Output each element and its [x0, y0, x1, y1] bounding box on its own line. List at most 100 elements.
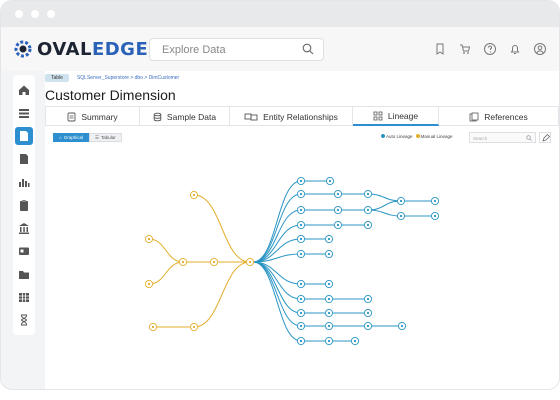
lineage-node[interactable]	[178, 257, 188, 267]
breadcrumb-path[interactable]: SQLServer_Superstore > dbo > DimCustomer	[77, 75, 179, 81]
list-icon[interactable]	[17, 106, 31, 120]
tab-summary[interactable]: Summary	[45, 106, 140, 126]
legend-auto: Auto Lineage	[381, 134, 413, 139]
lineage-node[interactable]	[296, 189, 306, 199]
search-icon[interactable]	[302, 43, 314, 55]
graphical-view-button[interactable]: ⌂ Graphical	[53, 133, 89, 142]
folder-icon[interactable]	[17, 267, 31, 281]
lineage-node[interactable]	[396, 211, 406, 221]
nav-active-item[interactable]	[15, 127, 33, 145]
tab-sample-data[interactable]: Sample Data	[140, 106, 230, 126]
lineage-node[interactable]	[296, 234, 306, 244]
database-icon	[153, 112, 162, 121]
lineage-node[interactable]	[324, 294, 334, 304]
tab-label: Lineage	[387, 110, 419, 121]
tabular-view-button[interactable]: ☰ Tabular	[88, 133, 122, 142]
lineage-node[interactable]	[363, 189, 373, 199]
lineage-node[interactable]	[430, 211, 440, 221]
legend-auto-label: Auto Lineage	[386, 134, 413, 139]
tab-label: Entity Relationships	[263, 111, 338, 122]
logo-prefix: OVAL	[37, 38, 92, 60]
tab-entity-relationships[interactable]: Entity Relationships	[230, 106, 353, 126]
lineage-node[interactable]	[144, 234, 154, 244]
logo-suffix: EDGE	[91, 38, 149, 60]
lineage-node[interactable]	[209, 257, 219, 267]
lineage-node[interactable]	[363, 321, 373, 331]
lineage-node[interactable]	[363, 308, 373, 318]
tab-label: Sample Data	[166, 111, 217, 122]
relationship-icon	[244, 113, 258, 120]
lineage-node[interactable]	[363, 205, 373, 215]
lineage-node[interactable]	[296, 176, 306, 186]
title-bar	[1, 1, 559, 27]
lineage-node[interactable]	[189, 322, 199, 332]
legend-manual: Manual Lineage	[415, 134, 453, 139]
lineage-legend: Auto Lineage Manual Lineage	[381, 134, 453, 139]
window-dot[interactable]	[47, 10, 55, 18]
lineage-node[interactable]	[296, 294, 306, 304]
logo-text: OVALEDGE	[37, 39, 148, 60]
lineage-node[interactable]	[148, 322, 158, 332]
lineage-node[interactable]	[324, 336, 334, 346]
manual-lineage-dot	[415, 134, 420, 138]
lineage-search-input[interactable]: Search	[469, 132, 536, 143]
lineage-node[interactable]	[396, 196, 406, 206]
lineage-node[interactable]	[333, 189, 343, 199]
chart-icon[interactable]	[17, 175, 31, 189]
graphical-label: Graphical	[63, 135, 83, 140]
ovaledge-logo[interactable]: OVALEDGE	[13, 38, 148, 60]
lineage-node[interactable]	[144, 279, 154, 289]
tab-label: Summary	[81, 111, 118, 122]
tab-references[interactable]: References	[439, 106, 559, 126]
cart-icon[interactable]	[458, 42, 472, 56]
hourglass-icon[interactable]	[17, 313, 31, 327]
view-toggle: ⌂ Graphical ☰ Tabular	[53, 133, 122, 142]
lineage-node[interactable]	[333, 205, 343, 215]
logo-gear-icon	[14, 40, 32, 58]
lineage-node[interactable]	[325, 176, 335, 186]
edit-lineage-button[interactable]	[539, 132, 551, 143]
lineage-node[interactable]	[324, 279, 334, 289]
bank-icon[interactable]	[17, 221, 31, 235]
lineage-node[interactable]	[363, 220, 373, 230]
lineage-node[interactable]	[324, 308, 334, 318]
tab-lineage[interactable]: Lineage	[353, 106, 439, 126]
window-dot[interactable]	[31, 10, 39, 18]
object-type-tag: Table	[45, 74, 69, 82]
lineage-node[interactable]	[397, 321, 407, 331]
search-icon[interactable]	[526, 135, 532, 141]
help-icon[interactable]	[483, 42, 497, 56]
lineage-node[interactable]	[296, 308, 306, 318]
lineage-node[interactable]	[324, 234, 334, 244]
lineage-node[interactable]	[296, 321, 306, 331]
bell-icon[interactable]	[508, 42, 522, 56]
card-icon[interactable]	[17, 244, 31, 258]
lineage-node[interactable]	[324, 249, 334, 259]
lineage-node[interactable]	[324, 321, 334, 331]
references-icon	[469, 112, 479, 121]
lineage-node[interactable]	[245, 257, 255, 267]
home-icon[interactable]	[17, 83, 31, 97]
lineage-node[interactable]	[350, 336, 360, 346]
clipboard-icon[interactable]	[17, 198, 31, 212]
tabular-label: Tabular	[101, 135, 116, 140]
lineage-node[interactable]	[296, 220, 306, 230]
table-icon[interactable]	[17, 290, 31, 304]
page-title: Customer Dimension	[45, 87, 176, 103]
lineage-node[interactable]	[430, 196, 440, 206]
explore-search-input[interactable]: Explore Data	[149, 38, 324, 61]
user-icon[interactable]	[533, 42, 547, 56]
lineage-node[interactable]	[296, 336, 306, 346]
lineage-node[interactable]	[189, 190, 199, 200]
lineage-node[interactable]	[296, 249, 306, 259]
tab-label: References	[484, 111, 528, 122]
window-dot[interactable]	[15, 10, 23, 18]
lineage-node[interactable]	[296, 205, 306, 215]
bookmark-icon[interactable]	[433, 42, 447, 56]
search-placeholder: Explore Data	[162, 44, 226, 56]
lineage-node[interactable]	[296, 279, 306, 289]
lineage-node[interactable]	[363, 294, 373, 304]
page-icon[interactable]	[17, 152, 31, 166]
auto-lineage-dot	[381, 134, 385, 138]
lineage-node[interactable]	[333, 220, 343, 230]
